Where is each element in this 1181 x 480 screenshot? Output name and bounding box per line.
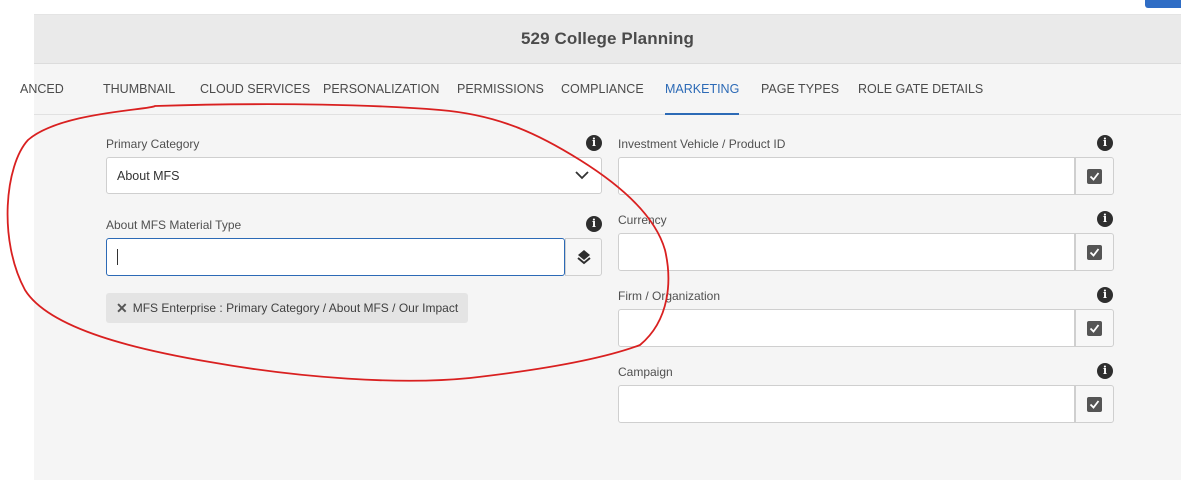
remove-tag-icon[interactable]: ✕: [116, 300, 128, 317]
investment-vehicle-label: Investment Vehicle / Product ID: [618, 137, 786, 151]
primary-category-select[interactable]: About MFS: [106, 157, 602, 194]
tab-page-types[interactable]: PAGE TYPES: [761, 64, 839, 115]
info-icon[interactable]: i: [1097, 363, 1113, 379]
campaign-input[interactable]: [618, 385, 1075, 423]
title-bar: 529 College Planning: [34, 15, 1181, 64]
tag-picker-button[interactable]: [565, 238, 602, 276]
material-type-label: About MFS Material Type: [106, 218, 242, 232]
chevron-down-icon: [575, 171, 589, 180]
checkbox-checked-icon: [1087, 396, 1102, 412]
tab-cloud-services[interactable]: CLOUD SERVICES: [200, 64, 310, 115]
investment-vehicle-input[interactable]: [618, 157, 1075, 195]
top-toolbar: [34, 0, 1181, 15]
checkbox-checked-icon: [1087, 320, 1102, 336]
firm-organization-inherit-toggle[interactable]: [1075, 309, 1114, 347]
page-title: 529 College Planning: [521, 29, 694, 48]
tag-icon: [576, 250, 591, 265]
checkbox-checked-icon: [1087, 244, 1102, 260]
tab-personalization[interactable]: PERSONALIZATION: [323, 64, 439, 115]
page-properties-dialog: 529 College Planning ANCED THUMBNAIL CLO…: [20, 0, 1181, 480]
material-type-input[interactable]: [106, 238, 565, 276]
tab-marketing[interactable]: MARKETING: [665, 64, 740, 115]
checkbox-checked-icon: [1087, 168, 1102, 184]
info-icon[interactable]: i: [1097, 287, 1113, 303]
info-icon[interactable]: i: [586, 216, 602, 232]
tab-permissions[interactable]: PERMISSIONS: [457, 64, 544, 115]
primary-category-label: Primary Category: [106, 137, 200, 151]
info-icon[interactable]: i: [586, 135, 602, 151]
tab-thumbnail[interactable]: THUMBNAIL: [103, 64, 175, 115]
tab-advanced[interactable]: ANCED: [20, 64, 64, 115]
tab-compliance[interactable]: COMPLIANCE: [561, 64, 644, 115]
info-icon[interactable]: i: [1097, 135, 1113, 151]
currency-inherit-toggle[interactable]: [1075, 233, 1114, 271]
currency-label: Currency: [618, 213, 667, 227]
primary-category-value: About MFS: [117, 168, 180, 183]
currency-input[interactable]: [618, 233, 1075, 271]
selected-tag-text: MFS Enterprise : Primary Category / Abou…: [132, 301, 459, 315]
firm-organization-input[interactable]: [618, 309, 1075, 347]
campaign-inherit-toggle[interactable]: [1075, 385, 1114, 423]
tab-role-gate-details[interactable]: ROLE GATE DETAILS: [858, 64, 983, 115]
firm-organization-label: Firm / Organization: [618, 289, 721, 303]
text-caret: [117, 249, 118, 265]
selected-tag-chip: ✕ MFS Enterprise : Primary Category / Ab…: [106, 293, 469, 323]
info-icon[interactable]: i: [1097, 211, 1113, 227]
campaign-label: Campaign: [618, 365, 673, 379]
investment-vehicle-inherit-toggle[interactable]: [1075, 157, 1114, 195]
primary-action-button[interactable]: [1145, 0, 1181, 8]
tab-list: ANCED THUMBNAIL CLOUD SERVICES PERSONALI…: [20, 64, 1181, 115]
